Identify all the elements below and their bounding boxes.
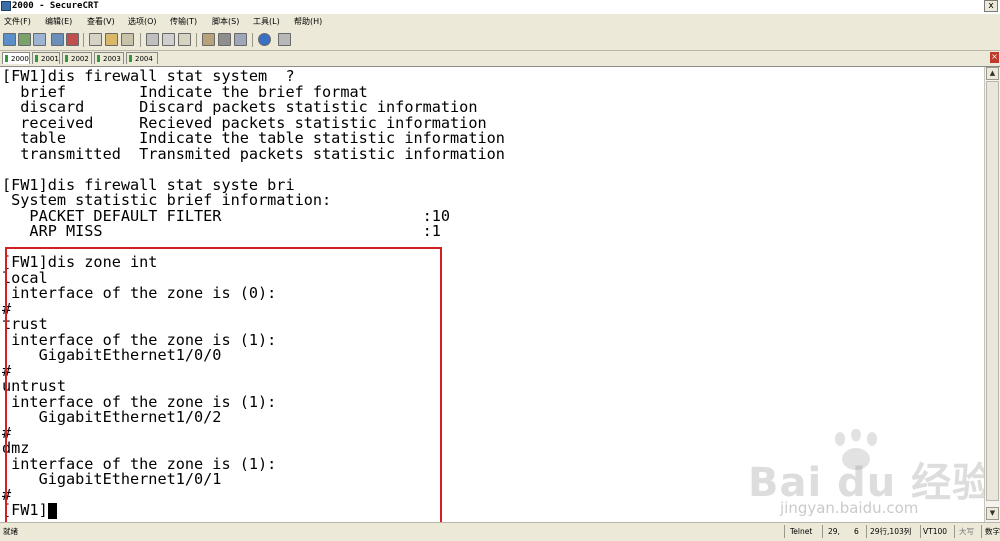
tab-status-icon (65, 55, 68, 62)
session-tab-bar: 2000 2001 2002 2003 2004 × (0, 51, 1000, 67)
terminal-line: table Indicate the table statistic infor… (2, 129, 505, 147)
global-options-icon[interactable] (202, 33, 215, 46)
close-window-button[interactable]: x (984, 0, 998, 12)
status-num: 数字 (985, 527, 1000, 536)
toolbar-separator (83, 33, 84, 47)
sftp-icon[interactable] (234, 33, 247, 46)
tab-label: 2004 (135, 55, 153, 63)
status-bar: 就绪 Telnet 29, 6 29行,103列 VT100 大写 数字 (0, 522, 1000, 541)
menu-view[interactable]: 查看(V) (87, 16, 115, 28)
scroll-down-icon[interactable]: ▼ (986, 507, 999, 520)
help-icon[interactable] (258, 33, 271, 46)
menu-script[interactable]: 脚本(S) (212, 16, 239, 28)
watermark-url: jingyan.baidu.com (780, 499, 919, 517)
menu-help[interactable]: 帮助(H) (294, 16, 322, 28)
tab-2002[interactable]: 2002 (62, 52, 92, 64)
menu-transfer[interactable]: 传输(T) (170, 16, 197, 28)
tab-status-icon (97, 55, 100, 62)
tab-label: 2000 (11, 55, 29, 63)
menu-tools[interactable]: 工具(L) (253, 16, 280, 28)
scroll-thumb[interactable] (986, 81, 999, 501)
status-separator (784, 525, 785, 538)
vertical-scrollbar[interactable]: ▲ ▼ (984, 67, 1000, 522)
toolbar-separator (140, 33, 141, 47)
status-separator (954, 525, 955, 538)
copy-icon[interactable] (89, 33, 102, 46)
status-separator (822, 525, 823, 538)
find-icon[interactable] (121, 33, 134, 46)
terminal-line: ARP MISS :1 (2, 222, 441, 240)
disconnect-icon[interactable] (66, 33, 79, 46)
terminal-line: System statistic brief information: (2, 191, 332, 209)
tab-2003[interactable]: 2003 (94, 52, 124, 64)
terminal-output[interactable]: [FW1]dis firewall stat system ? brief In… (0, 67, 984, 522)
print-setup-icon[interactable] (162, 33, 175, 46)
status-row: 29, (828, 527, 840, 536)
status-protocol: Telnet (790, 527, 813, 536)
window-title: 2000 - SecureCRT (12, 1, 99, 11)
keymap-icon[interactable] (218, 33, 231, 46)
tab-status-icon (5, 55, 8, 62)
reconnect-icon[interactable] (51, 33, 64, 46)
status-separator (981, 525, 982, 538)
close-tab-icon[interactable]: × (990, 52, 999, 63)
menu-file[interactable]: 文件(F) (4, 16, 31, 28)
highlight-annotation-box (5, 247, 442, 522)
status-caps: 大写 (959, 527, 974, 536)
status-separator (866, 525, 867, 538)
terminal-line: [FW1]dis firewall stat system ? (2, 67, 295, 85)
tab-2004[interactable]: 2004 (126, 52, 158, 64)
tab-2000[interactable]: 2000 (2, 52, 30, 64)
connect-icon[interactable] (3, 33, 16, 46)
toolbar (0, 30, 1000, 51)
quick-connect-icon[interactable] (18, 33, 31, 46)
tab-label: 2003 (103, 55, 121, 63)
toolbar-separator (252, 33, 253, 47)
print-icon[interactable] (146, 33, 159, 46)
menu-edit[interactable]: 编辑(E) (45, 16, 72, 28)
title-bar: 2000 - SecureCRT x (0, 0, 1000, 14)
status-separator (920, 525, 921, 538)
status-ready: 就绪 (3, 527, 18, 536)
status-col: 6 (854, 527, 859, 536)
terminal-line: transmitted Transmited packets statistic… (2, 144, 505, 163)
status-size: 29行,103列 (870, 527, 912, 536)
tab-status-icon (129, 55, 132, 62)
securecrt-app-icon (1, 1, 11, 11)
options-dropdown-icon[interactable] (278, 33, 291, 46)
tab-label: 2001 (41, 55, 59, 63)
toolbar-separator (196, 33, 197, 47)
menu-options[interactable]: 选项(O) (128, 16, 157, 28)
connect-tab-icon[interactable] (33, 33, 46, 46)
menu-bar: 文件(F) 编辑(E) 查看(V) 选项(O) 传输(T) 脚本(S) 工具(L… (0, 14, 1000, 31)
scroll-up-icon[interactable]: ▲ (986, 67, 999, 80)
tab-label: 2002 (71, 55, 89, 63)
tab-2001[interactable]: 2001 (32, 52, 60, 64)
paste-icon[interactable] (105, 33, 118, 46)
session-options-icon[interactable] (178, 33, 191, 46)
status-emulation: VT100 (923, 527, 948, 536)
terminal-line: discard Discard packets statistic inform… (2, 98, 478, 116)
tab-status-icon (35, 55, 38, 62)
